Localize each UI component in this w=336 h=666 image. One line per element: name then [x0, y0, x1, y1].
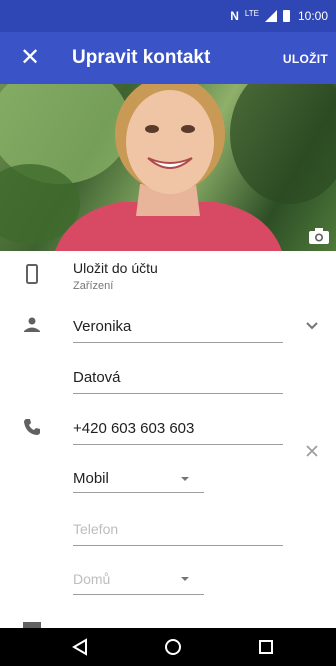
lte-label: LTE: [244, 8, 259, 18]
last-name-field[interactable]: Datová: [73, 369, 121, 386]
recents-icon[interactable]: [246, 628, 286, 666]
last-name-underline: [73, 393, 283, 394]
phone-number-field[interactable]: +420 603 603 603: [73, 420, 194, 437]
phone-placeholder-type-caret-icon: [181, 577, 189, 581]
page-title: Upravit kontakt: [72, 47, 211, 68]
phone-icon: [24, 419, 40, 435]
contact-photo[interactable]: [0, 84, 336, 251]
clock: 10:00: [297, 9, 328, 23]
first-name-field[interactable]: Veronika: [73, 318, 131, 335]
portrait-image: [0, 84, 336, 251]
phone-placeholder-type-select[interactable]: Domů: [73, 571, 110, 587]
phone-device-icon: [26, 264, 38, 284]
save-button[interactable]: ULOŽIT: [283, 52, 328, 66]
camera-icon[interactable]: [308, 227, 330, 245]
chevron-down-icon[interactable]: [304, 317, 320, 333]
back-icon[interactable]: [60, 628, 100, 666]
close-icon[interactable]: ✕: [20, 44, 40, 72]
phone-type-caret-icon: [181, 477, 189, 481]
person-icon: [24, 317, 40, 332]
home-icon[interactable]: [153, 628, 193, 666]
first-name-underline: [73, 342, 283, 343]
navigation-bar: [0, 628, 336, 666]
remove-phone-icon[interactable]: [304, 443, 320, 459]
phone-number-underline: [73, 444, 283, 445]
phone-type-underline: [73, 492, 204, 493]
signal-icon: [264, 10, 277, 22]
phone-type-select[interactable]: Mobil: [73, 470, 109, 487]
account-title[interactable]: Uložit do účtu: [73, 260, 158, 276]
phone-placeholder-field[interactable]: Telefon: [73, 521, 118, 537]
status-bar: N LTE 10:00: [0, 0, 336, 32]
phone-placeholder-underline: [73, 545, 283, 546]
account-subtitle: Zařízení: [73, 280, 114, 292]
app-bar: ✕ Upravit kontakt ULOŽIT: [0, 32, 336, 84]
email-icon: [23, 622, 41, 628]
nfc-icon: N: [230, 9, 239, 23]
battery-icon: [282, 10, 290, 22]
phone-placeholder-type-underline: [73, 594, 204, 595]
